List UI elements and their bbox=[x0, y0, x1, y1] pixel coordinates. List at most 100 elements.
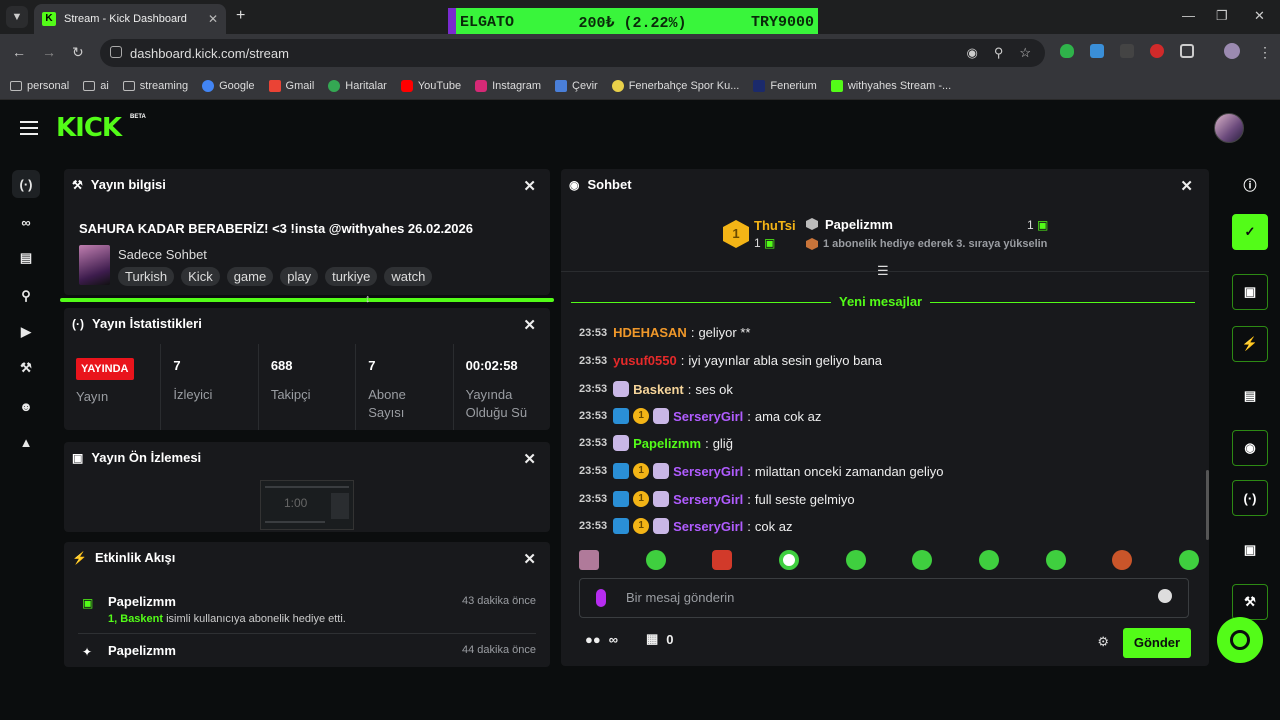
bookmark-gmail[interactable]: Gmail bbox=[268, 79, 314, 92]
shield-extension-icon[interactable] bbox=[1060, 44, 1074, 58]
message-username[interactable]: Baskent bbox=[633, 382, 684, 397]
preview-icon[interactable]: ▣ bbox=[1232, 274, 1268, 310]
tag[interactable]: watch bbox=[384, 267, 433, 286]
store-icon[interactable]: ▦ bbox=[646, 631, 658, 647]
extension-icon[interactable] bbox=[1120, 44, 1134, 58]
message-username[interactable]: SerseryGirl bbox=[673, 492, 743, 507]
trophy-icon[interactable]: ⚲ bbox=[12, 282, 40, 310]
message-username[interactable]: SerseryGirl bbox=[673, 519, 743, 534]
maximize-button[interactable]: ❐ bbox=[1216, 8, 1228, 24]
emote-mouth-icon[interactable] bbox=[1112, 550, 1133, 570]
tag[interactable]: play bbox=[280, 267, 319, 286]
emote-star-icon[interactable] bbox=[579, 550, 599, 570]
extensions-puzzle-icon[interactable] bbox=[1180, 44, 1194, 58]
link-icon[interactable]: ∞ bbox=[12, 208, 40, 236]
activity-user[interactable]: Papelizmm bbox=[108, 643, 176, 658]
bookmark-withyahes[interactable]: withyahes Stream -... bbox=[830, 79, 951, 92]
bookmark-cevir[interactable]: Çevir bbox=[555, 79, 598, 92]
back-arrow-icon[interactable]: ← bbox=[12, 44, 26, 60]
browser-menu-icon[interactable]: ⋮ bbox=[1258, 44, 1272, 61]
bookmark-instagram[interactable]: Instagram bbox=[475, 79, 541, 92]
tag[interactable]: Turkish bbox=[118, 267, 175, 286]
translate-extension-icon[interactable] bbox=[1090, 44, 1104, 58]
close-panel-button[interactable]: ✕ bbox=[523, 550, 536, 568]
emote-wave-icon[interactable] bbox=[912, 550, 933, 570]
emote-angel-icon[interactable] bbox=[645, 550, 666, 570]
camera-icon[interactable]: ▣ bbox=[1232, 532, 1268, 568]
lightning-icon[interactable]: ⚡ bbox=[1232, 326, 1268, 362]
help-chat-button[interactable] bbox=[1217, 617, 1263, 663]
bookmark-google[interactable]: Google bbox=[202, 79, 255, 92]
close-panel-button[interactable]: ✕ bbox=[523, 450, 536, 468]
profile-avatar-icon[interactable] bbox=[1224, 43, 1240, 59]
close-window-button[interactable]: ✕ bbox=[1254, 8, 1265, 24]
broadcast-icon[interactable]: (·) bbox=[1232, 480, 1268, 516]
kick-logo[interactable]: KICK bbox=[56, 113, 122, 143]
bookmark-streaming[interactable]: streaming bbox=[122, 80, 188, 92]
points-icon[interactable]: ●● bbox=[585, 632, 601, 647]
message-username[interactable]: SerseryGirl bbox=[673, 409, 743, 424]
emote-happy-icon[interactable] bbox=[978, 550, 999, 570]
info-icon[interactable]: ⓘ bbox=[1232, 166, 1268, 202]
tag[interactable]: Kick bbox=[181, 267, 220, 286]
chat-settings-gear-icon[interactable]: ⚙ bbox=[1097, 634, 1109, 650]
close-panel-button[interactable]: ✕ bbox=[1180, 177, 1193, 195]
emoji-picker-icon[interactable] bbox=[1158, 589, 1172, 603]
bookmark-ai[interactable]: ai bbox=[83, 80, 109, 92]
leader-name[interactable]: ThuTsi bbox=[754, 218, 796, 233]
message-username[interactable]: SerseryGirl bbox=[673, 464, 743, 479]
bookmark-personal[interactable]: personal bbox=[10, 80, 69, 92]
url-field[interactable]: dashboard.kick.com/stream ◉ ⚲ ☆ bbox=[100, 39, 1045, 67]
hamburger-menu-icon[interactable] bbox=[20, 121, 38, 135]
stream-broadcast-icon[interactable]: (·) bbox=[12, 170, 40, 198]
star-icon[interactable]: ☆ bbox=[1019, 45, 1031, 61]
microphone-icon[interactable] bbox=[596, 589, 606, 607]
minimize-button[interactable]: — bbox=[1182, 8, 1195, 23]
forward-arrow-icon[interactable]: → bbox=[42, 44, 56, 60]
message-username[interactable]: yusuf0550 bbox=[613, 353, 677, 368]
creator-tools-icon[interactable]: ▲ bbox=[12, 428, 40, 456]
message-username[interactable]: HDEHASAN bbox=[613, 325, 687, 340]
user-avatar[interactable] bbox=[1214, 113, 1244, 143]
emote-grin-icon[interactable] bbox=[1045, 550, 1066, 570]
reload-icon[interactable]: ↻ bbox=[72, 44, 84, 61]
resize-handle-icon[interactable]: ↕ bbox=[365, 293, 371, 305]
new-tab-button[interactable]: + bbox=[236, 7, 245, 25]
site-info-icon[interactable] bbox=[110, 46, 122, 58]
emote-sad-icon[interactable] bbox=[1178, 550, 1199, 570]
emote-angry-icon[interactable] bbox=[712, 550, 733, 570]
tab-search-button[interactable]: ▼ bbox=[6, 6, 28, 28]
chat-message-input[interactable]: Bir mesaj gönderin bbox=[579, 578, 1189, 618]
leader-name[interactable]: Papelizmm bbox=[825, 217, 893, 232]
close-panel-button[interactable]: ✕ bbox=[523, 177, 536, 195]
checklist-icon[interactable]: ✓ bbox=[1232, 214, 1268, 250]
stream-preview-video[interactable]: 1:00 bbox=[260, 480, 354, 530]
wrench-icon[interactable]: ⚒ bbox=[1232, 584, 1268, 620]
zoom-icon[interactable]: ⚲ bbox=[994, 45, 1004, 61]
wrench-icon[interactable]: ⚒ bbox=[12, 354, 40, 382]
activity-user[interactable]: Papelizmm bbox=[108, 594, 176, 609]
emote-smile-icon[interactable] bbox=[845, 550, 866, 570]
tag[interactable]: turkiye bbox=[325, 267, 378, 286]
analytics-icon[interactable]: ▤ bbox=[12, 244, 40, 272]
close-tab-icon[interactable]: ✕ bbox=[208, 12, 218, 26]
bookmark-haritalar[interactable]: Haritalar bbox=[328, 79, 387, 92]
community-icon[interactable]: ☻ bbox=[12, 392, 40, 420]
notes-icon[interactable]: ▤ bbox=[1232, 378, 1268, 414]
browser-tab[interactable]: K Stream - Kick Dashboard ✕ bbox=[34, 4, 226, 34]
close-panel-button[interactable]: ✕ bbox=[523, 316, 536, 334]
message-username[interactable]: Papelizmm bbox=[633, 436, 701, 451]
video-library-icon[interactable]: ▶ bbox=[12, 318, 40, 346]
record-extension-icon[interactable] bbox=[1150, 44, 1164, 58]
emote-eyes-icon[interactable] bbox=[778, 550, 799, 570]
eye-off-icon[interactable]: ◉ bbox=[966, 45, 977, 61]
bookmark-fenerbahce[interactable]: Fenerbahçe Spor Ku... bbox=[611, 79, 739, 92]
chat-bubble-icon[interactable]: ◉ bbox=[1232, 430, 1268, 466]
bookmark-youtube[interactable]: YouTube bbox=[400, 79, 461, 92]
tag[interactable]: game bbox=[226, 267, 274, 286]
chat-scrollbar[interactable] bbox=[1206, 470, 1209, 540]
chat-input-placeholder: Bir mesaj gönderin bbox=[626, 590, 735, 605]
send-button[interactable]: Gönder bbox=[1123, 628, 1191, 658]
bookmark-fenerium[interactable]: Fenerium bbox=[753, 79, 817, 92]
panel-resize-divider[interactable] bbox=[60, 298, 554, 302]
